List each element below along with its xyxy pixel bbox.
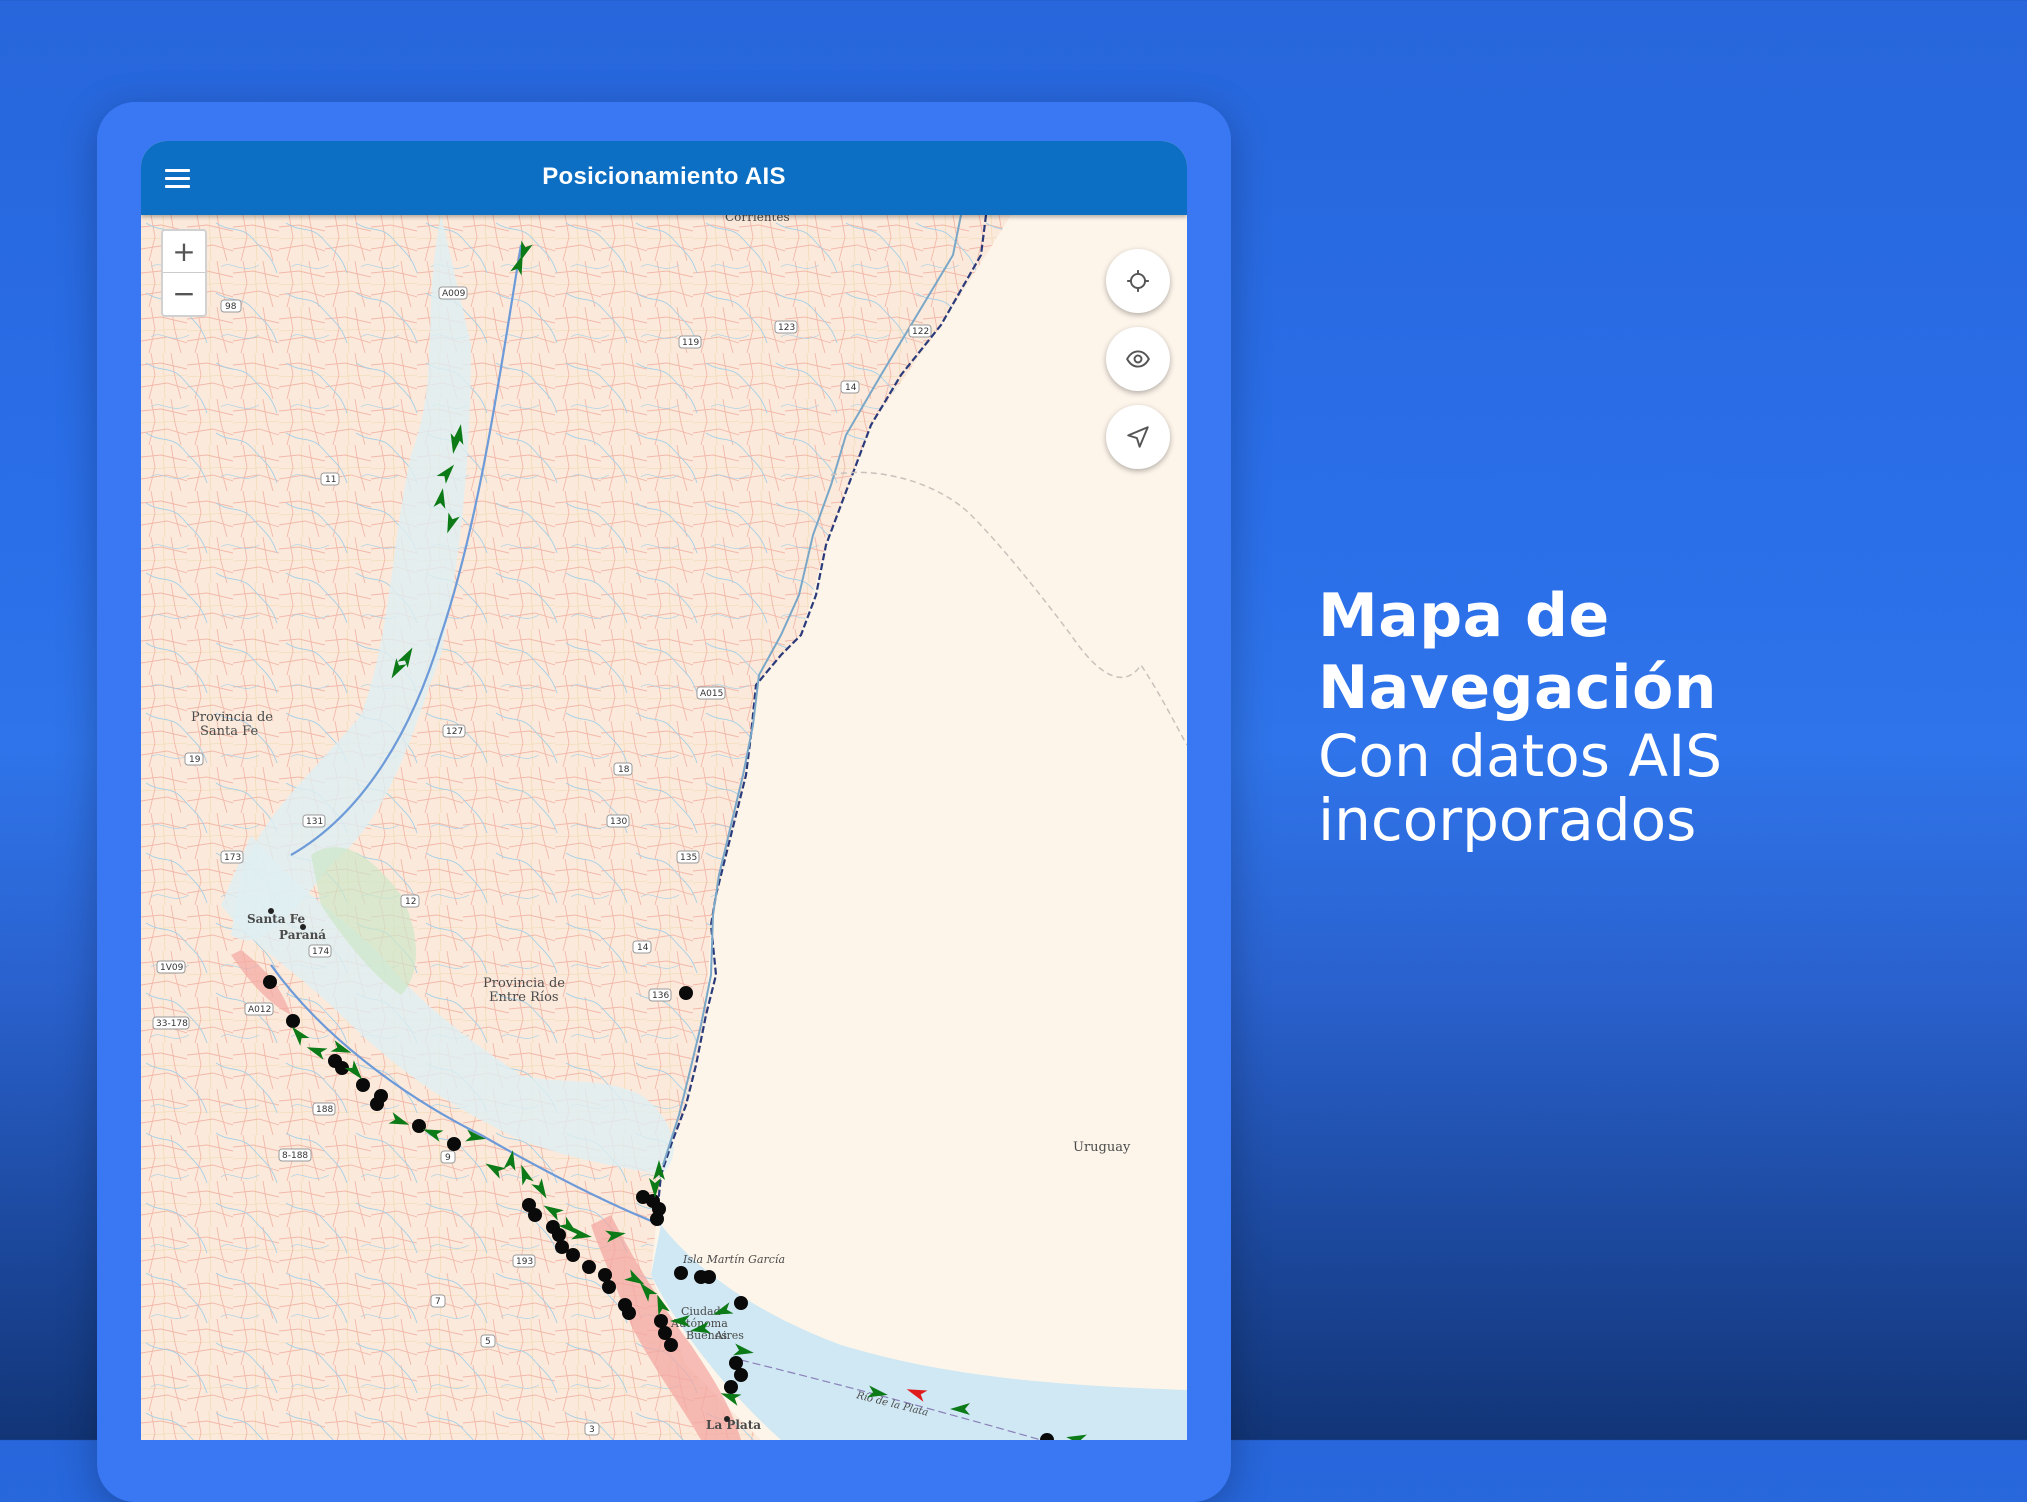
route-shield: 98 (220, 299, 242, 313)
svg-text:173: 173 (224, 853, 241, 863)
app-title: Posicionamiento AIS (542, 163, 786, 190)
route-shield: 11 (320, 472, 340, 486)
promo-headline: Mapa de Navegación Con datos AIS incorpo… (1318, 580, 2027, 852)
svg-text:14: 14 (637, 943, 649, 953)
svg-text:8-188: 8-188 (282, 1151, 308, 1161)
svg-text:A009: A009 (442, 289, 466, 299)
headline-title: Mapa de Navegación (1318, 581, 1718, 723)
svg-text:174: 174 (312, 947, 329, 957)
app-bar: Posicionamiento AIS (141, 141, 1187, 215)
svg-text:130: 130 (610, 817, 627, 827)
route-shield: 193 (512, 1254, 536, 1268)
route-shield: 131 (302, 814, 326, 828)
label-parana-city: Paraná (279, 928, 326, 942)
route-shield: 19 (184, 752, 204, 766)
app-screen: Posicionamiento AIS Uruguay Provincia de… (141, 141, 1187, 1440)
route-shield: 14 (632, 940, 652, 954)
svg-text:188: 188 (316, 1105, 333, 1115)
route-shield: 136 (648, 988, 672, 1002)
route-shield: 188 (312, 1102, 336, 1116)
map-view[interactable]: Uruguay Provincia de Santa Fe Provincia … (141, 215, 1187, 1440)
route-shield: 12 (400, 894, 420, 908)
route-shield: 5 (480, 1334, 496, 1348)
eye-icon (1126, 350, 1150, 368)
svg-text:122: 122 (912, 327, 929, 337)
svg-text:A012: A012 (248, 1005, 271, 1015)
svg-text:193: 193 (516, 1257, 533, 1267)
route-shield: 8-188 (278, 1148, 312, 1162)
route-shield: 119 (678, 335, 702, 349)
route-shield: 173 (220, 850, 244, 864)
route-shield: 174 (308, 944, 332, 958)
svg-text:18: 18 (618, 765, 630, 775)
svg-text:1V09: 1V09 (160, 963, 184, 973)
svg-text:131: 131 (306, 817, 323, 827)
svg-text:119: 119 (682, 338, 699, 348)
svg-text:5: 5 (485, 1337, 491, 1347)
label-provincia-entre-rios-2: Entre Ríos (489, 990, 559, 1005)
svg-text:135: 135 (680, 853, 697, 863)
zoom-control: + − (161, 229, 207, 317)
locate-button[interactable] (1106, 249, 1170, 313)
label-santa-fe-city: Santa Fe (247, 912, 306, 926)
navigation-arrow-icon (1127, 426, 1149, 448)
navigate-button[interactable] (1106, 405, 1170, 469)
visibility-button[interactable] (1106, 327, 1170, 391)
label-provincia-santa-fe-1: Provincia de (191, 710, 273, 725)
svg-text:98: 98 (225, 302, 237, 312)
route-shield: A009 (438, 286, 468, 300)
label-isla-martin-garcia: Isla Martín García (682, 1253, 785, 1266)
svg-text:3: 3 (589, 1425, 595, 1435)
route-shield: 9 (440, 1150, 456, 1164)
label-provincia-entre-rios-1: Provincia de (483, 976, 565, 991)
label-la-plata: La Plata (706, 1418, 761, 1432)
svg-text:12: 12 (405, 897, 416, 907)
route-shield: 1V09 (156, 960, 186, 974)
route-shield: 7 (430, 1294, 446, 1308)
svg-text:7: 7 (435, 1297, 441, 1307)
svg-text:11: 11 (325, 475, 336, 485)
svg-text:9: 9 (445, 1153, 451, 1163)
route-shield: 123 (774, 320, 798, 334)
route-shield: 127 (442, 724, 466, 738)
svg-text:19: 19 (189, 755, 201, 765)
svg-text:136: 136 (652, 991, 669, 1001)
route-shield: A012 (244, 1002, 274, 1016)
label-uruguay: Uruguay (1073, 1140, 1131, 1155)
headline-line-1: Con datos AIS (1318, 722, 1723, 790)
route-shield: 14 (840, 380, 860, 394)
svg-text:14: 14 (845, 383, 857, 393)
headline-line-2: incorporados (1318, 786, 1697, 854)
label-corrientes: Corrientes (725, 215, 790, 224)
route-shield: A015 (696, 686, 726, 700)
route-shield: 135 (676, 850, 700, 864)
zoom-out-button[interactable]: − (163, 273, 205, 314)
svg-text:123: 123 (778, 323, 795, 333)
route-shield: 18 (613, 762, 633, 776)
crosshair-icon (1127, 270, 1149, 292)
label-provincia-santa-fe-2: Santa Fe (200, 724, 258, 739)
route-shield: 130 (606, 814, 630, 828)
svg-text:A015: A015 (700, 689, 723, 699)
svg-text:127: 127 (446, 727, 463, 737)
label-buenos-aires-4: Aires (714, 1329, 744, 1342)
svg-text:33-178: 33-178 (156, 1019, 188, 1029)
route-shield: 122 (908, 324, 932, 338)
zoom-in-button[interactable]: + (163, 231, 205, 273)
route-shield: 33-178 (152, 1016, 190, 1030)
route-shield: 3 (584, 1422, 600, 1436)
